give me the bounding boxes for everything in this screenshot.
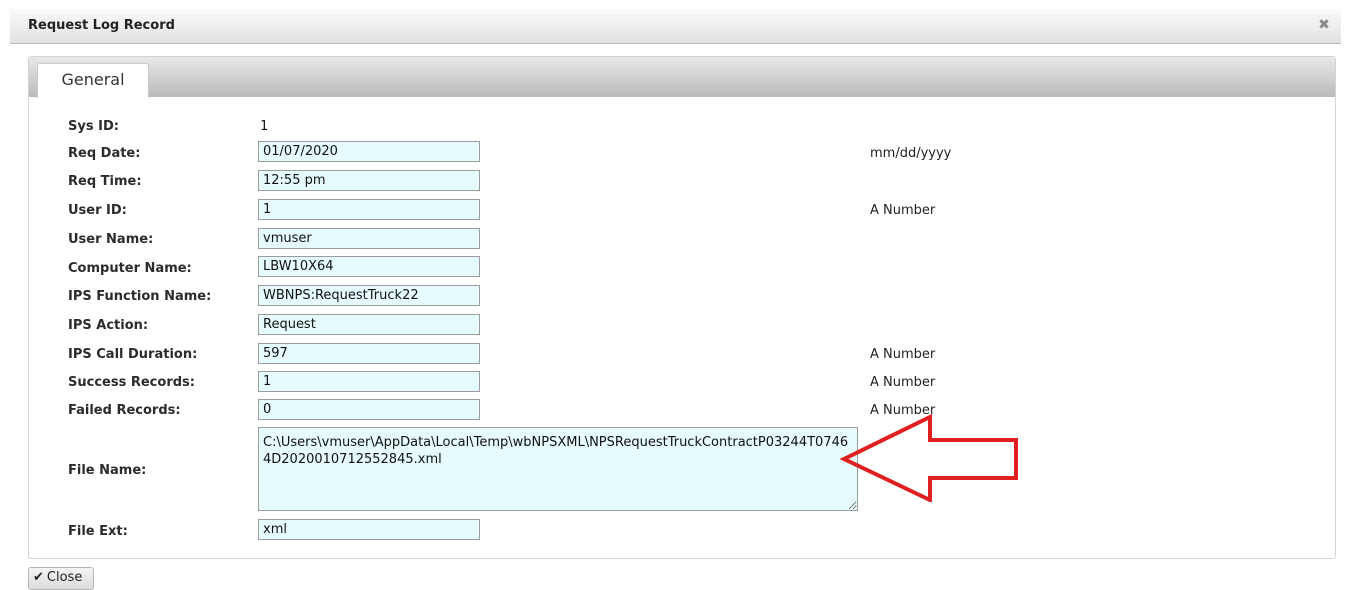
check-icon: ✔ [33,570,44,585]
computer-name-field[interactable] [258,256,480,277]
success-records-hint: A Number [870,375,936,390]
failed-records-label: Failed Records: [68,403,181,418]
req-date-field[interactable] [258,141,480,162]
ips-function-name-field[interactable] [258,285,480,306]
close-button[interactable]: ✔ Close [28,567,94,590]
user-name-field[interactable] [258,228,480,249]
ips-action-field[interactable] [258,314,480,335]
sys-id-value: 1 [260,119,268,134]
ips-action-label: IPS Action: [68,318,149,333]
file-name-label: File Name: [68,463,147,478]
ips-call-duration-label: IPS Call Duration: [68,347,198,362]
tab-bar: General [29,57,1335,98]
file-ext-field[interactable] [258,519,480,540]
success-records-label: Success Records: [68,375,195,390]
dialog-titlebar: Request Log Record ✖ [10,9,1341,44]
user-id-field[interactable] [258,199,480,220]
file-name-field[interactable]: C:\Users\vmuser\AppData\Local\Temp\wbNPS… [258,427,858,511]
failed-records-field[interactable] [258,399,480,420]
sys-id-label: Sys ID: [68,119,119,134]
computer-name-label: Computer Name: [68,261,192,276]
ips-function-name-label: IPS Function Name: [68,289,212,304]
dialog-title: Request Log Record [28,18,175,33]
ips-call-duration-field[interactable] [258,343,480,364]
req-time-label: Req Time: [68,174,142,189]
success-records-field[interactable] [258,371,480,392]
req-date-hint: mm/dd/yyyy [870,146,952,161]
user-id-hint: A Number [870,203,936,218]
tab-general[interactable]: General [37,63,149,98]
file-ext-label: File Ext: [68,524,128,539]
ips-call-duration-hint: A Number [870,347,936,362]
req-time-field[interactable] [258,170,480,191]
req-date-label: Req Date: [68,146,141,161]
user-id-label: User ID: [68,203,127,218]
close-button-label: Close [46,570,83,585]
annotation-arrow-icon [839,414,1018,502]
close-icon[interactable]: ✖ [1317,18,1331,32]
user-name-label: User Name: [68,232,154,247]
